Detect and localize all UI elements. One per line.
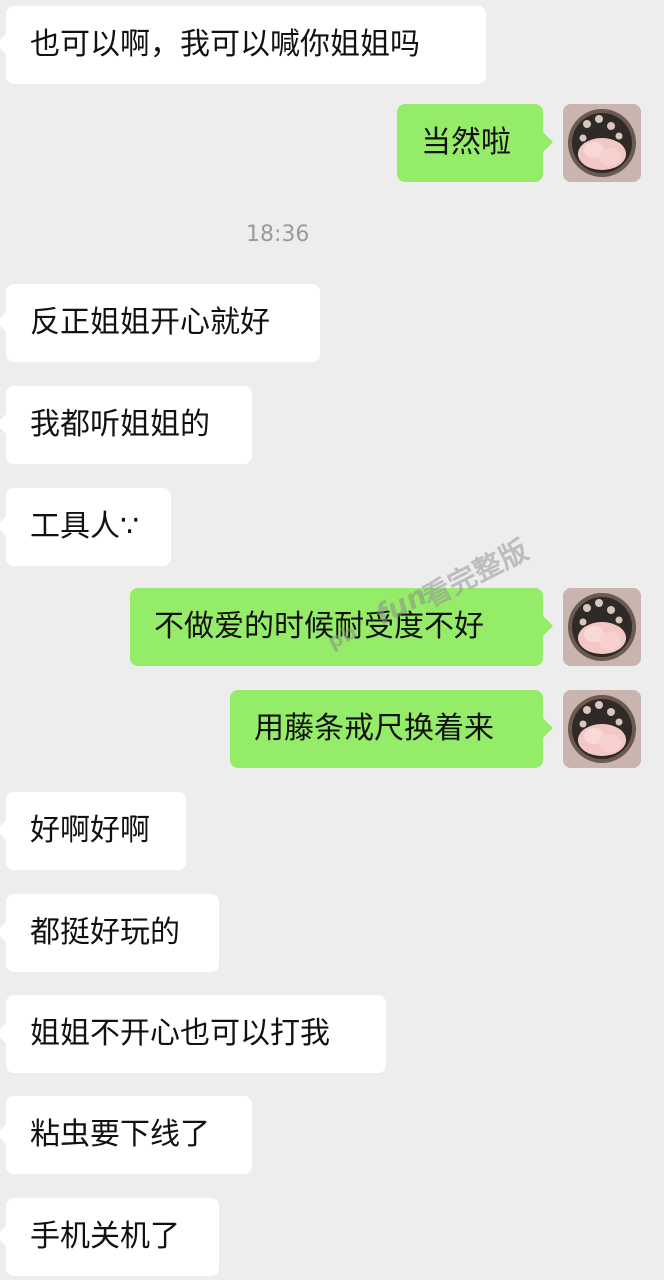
chat-message-right: 不做爱的时候耐受度不好 (130, 588, 553, 666)
chat-message-left: 反正姐姐开心就好 (0, 284, 320, 362)
chat-message-left: 工具人∵ (0, 488, 171, 566)
message-text: 当然啦 (421, 125, 511, 160)
chat-message-left: 也可以啊，我可以喊你姐姐吗 (0, 6, 486, 84)
chat-message-right: 用藤条戒尺换着来 (230, 690, 553, 768)
message-text: 粘虫要下线了 (30, 1117, 210, 1152)
message-text: 也可以啊，我可以喊你姐姐吗 (30, 27, 420, 62)
user-avatar (563, 104, 641, 182)
chat-message-left: 姐姐不开心也可以打我 (0, 995, 386, 1073)
chat-message-right: 当然啦 (397, 104, 553, 182)
user-avatar (563, 690, 641, 768)
message-text: 反正姐姐开心就好 (30, 305, 270, 340)
avatar-icon (563, 104, 641, 182)
chat-message-left: 都挺好玩的 (0, 894, 219, 972)
message-text: 用藤条戒尺换着来 (254, 711, 494, 746)
message-text: 手机关机了 (30, 1219, 180, 1254)
chat-message-left: 我都听姐姐的 (0, 386, 252, 464)
user-avatar (563, 588, 641, 666)
chat-message-left: 好啊好啊 (0, 792, 186, 870)
message-text: 都挺好玩的 (30, 915, 180, 950)
avatar-icon (563, 588, 641, 666)
chat-message-left: 粘虫要下线了 (0, 1096, 252, 1174)
chat-timestamp: 18:36 (246, 222, 310, 247)
avatar-icon (563, 690, 641, 768)
message-text: 我都听姐姐的 (30, 407, 210, 442)
message-text: 工具人∵ (30, 509, 140, 544)
message-text: 好啊好啊 (30, 813, 150, 848)
chat-message-left: 手机关机了 (0, 1198, 219, 1276)
message-text: 姐姐不开心也可以打我 (30, 1016, 330, 1051)
message-text: 不做爱的时候耐受度不好 (154, 609, 484, 644)
